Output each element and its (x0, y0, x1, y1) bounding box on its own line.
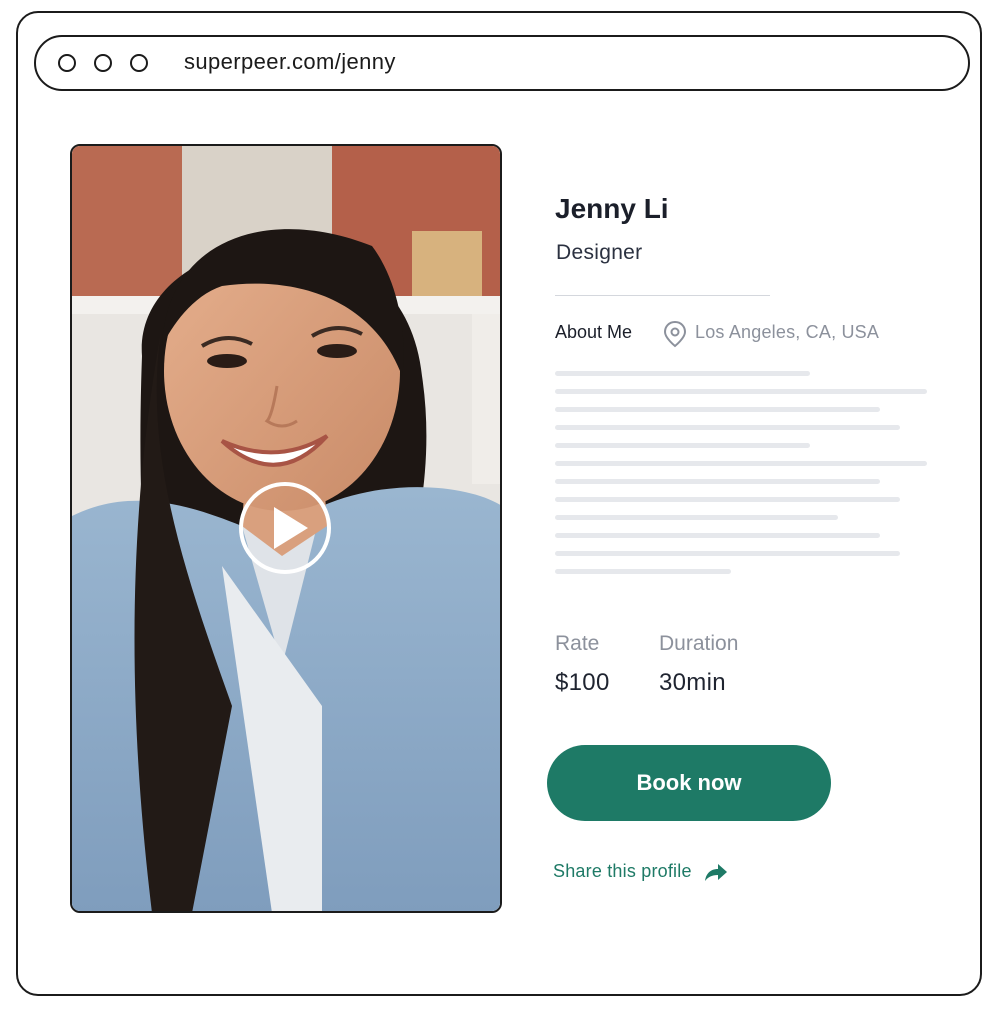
placeholder-line (555, 479, 880, 484)
placeholder-line (555, 515, 838, 520)
divider (555, 295, 770, 296)
placeholder-line (555, 443, 810, 448)
profile-title: Designer (556, 241, 643, 264)
share-profile-link[interactable]: Share this profile (553, 861, 728, 882)
placeholder-line (555, 461, 927, 466)
placeholder-line (555, 371, 810, 376)
duration-label: Duration (659, 632, 739, 655)
placeholder-line (555, 551, 900, 556)
window-dot-close[interactable] (58, 54, 76, 72)
play-icon[interactable] (238, 481, 332, 575)
about-me-label: About Me (555, 322, 633, 342)
url-text[interactable]: superpeer.com/jenny (184, 49, 396, 75)
placeholder-line (555, 533, 880, 538)
placeholder-line (555, 569, 731, 574)
window-dot-maximize[interactable] (130, 54, 148, 72)
address-bar[interactable]: superpeer.com/jenny (34, 35, 970, 91)
profile-name: Jenny Li (555, 193, 669, 224)
placeholder-line (555, 497, 900, 502)
rate-value: $100 (555, 669, 610, 696)
placeholder-line (555, 425, 900, 430)
about-me-placeholder-text (555, 371, 935, 587)
profile-video[interactable] (70, 144, 502, 913)
placeholder-line (555, 407, 880, 412)
duration-value: 30min (659, 669, 726, 696)
book-now-button[interactable]: Book now (547, 745, 831, 821)
placeholder-line (555, 389, 927, 394)
window-dot-minimize[interactable] (94, 54, 112, 72)
rate-label: Rate (555, 632, 600, 655)
share-arrow-icon[interactable] (704, 862, 728, 882)
profile-location: Los Angeles, CA, USA (695, 322, 880, 342)
browser-window: superpeer.com/jenny Jenny Li Designer Ab… (16, 11, 982, 996)
location-pin-icon (663, 320, 687, 348)
share-profile-label[interactable]: Share this profile (553, 861, 692, 882)
